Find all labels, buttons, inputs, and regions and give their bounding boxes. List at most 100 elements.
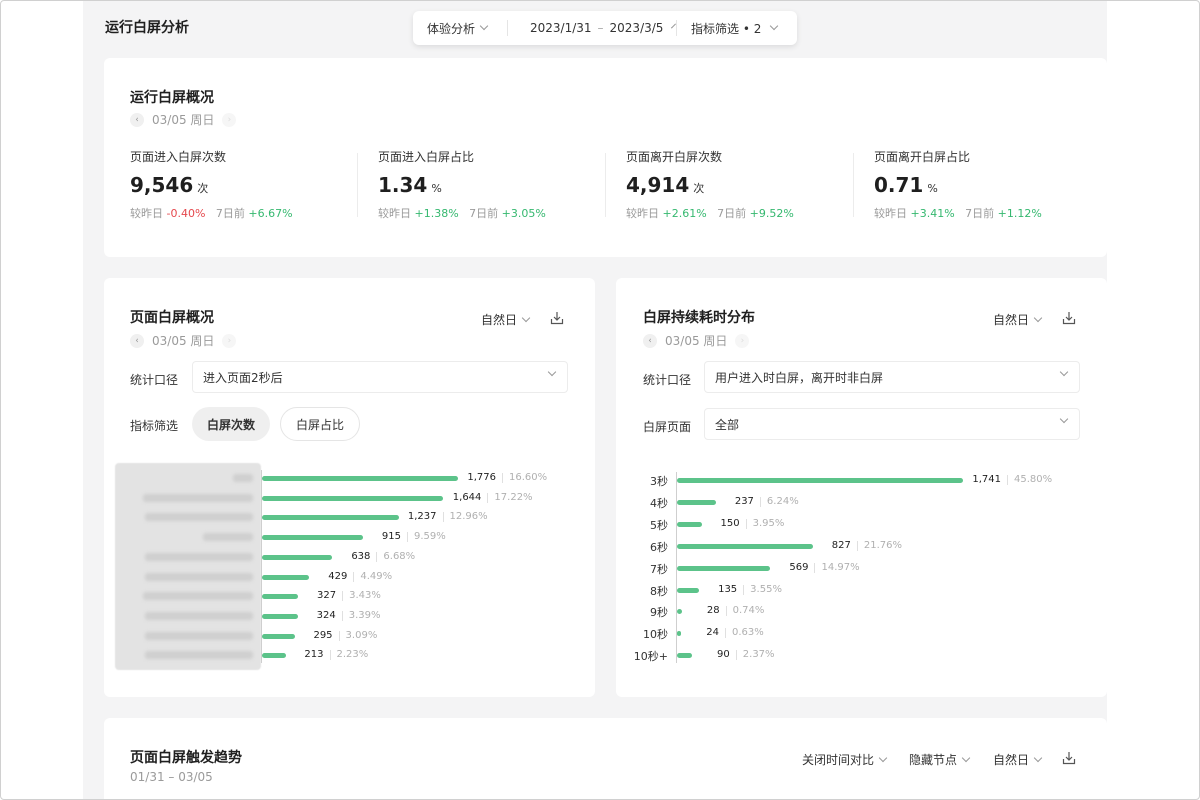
bar-percent-label: 2.23% [336,649,369,661]
blurred-label [233,474,253,482]
bar-value-label: 1,776 [467,472,496,483]
trend-period-dropdown[interactable]: 自然日 [993,751,1043,768]
prev-day-icon[interactable]: ‹ [643,333,657,348]
bar-percent-label: 14.97% [821,561,860,573]
download-icon[interactable] [1062,311,1076,325]
chevron-down-icon [521,313,531,322]
pill-whitescreen-count[interactable]: 白屏次数 [192,407,270,441]
bar-percent-label: 6.24% [766,495,799,507]
category-label: 9秒 [650,606,668,620]
chevron-down-icon [878,753,888,762]
compare-dropdown[interactable]: 关闭时间对比 [802,751,888,768]
category-label: 3秒 [650,475,668,488]
next-day-icon[interactable]: › [735,333,750,348]
hide-nodes-label: 隐藏节点 [909,753,958,767]
download-icon[interactable] [1062,751,1076,765]
prev-day-icon[interactable]: ‹ [130,112,144,127]
bar-value-label: 1,237 [407,511,437,523]
pill-whitescreen-ratio[interactable]: 白屏占比 [280,407,360,441]
bar-value-label: 327 [316,590,337,602]
bar-percent-label: 3.55% [750,583,782,595]
page-title: 运行白屏分析 [105,20,189,36]
duration-card-date: 03/05 周日 [665,334,728,348]
bar-label-divider [376,551,378,562]
blurred-label [145,513,253,522]
app-frame: 运行白屏分析 体验分析 2023/1/31 – 2023/3/5 指标筛选 • … [0,0,1200,800]
overview-date: 03/05 周日 [152,113,215,127]
metric-label: 页面离开白屏次数 [626,150,723,164]
page-label: 白屏页面 [643,420,692,434]
page-select[interactable]: 全部 [704,408,1080,440]
date-start: 2023/1/31 [530,21,592,35]
page-card-period-dropdown[interactable]: 自然日 [481,311,531,328]
bar-percent-label: 45.80% [1014,474,1053,485]
overview-date-nav: ‹ 03/05 周日 › [130,111,237,128]
metric-compare: 较昨日 +2.61% 7日前 +9.52% [626,207,794,220]
bar [262,594,299,600]
next-day-icon[interactable]: › [222,112,237,127]
chevron-down-icon [1033,753,1043,762]
bar [677,499,716,505]
analysis-dropdown[interactable]: 体验分析 [413,11,507,45]
page-card-date-nav: ‹ 03/05 周日 › [130,332,237,349]
overview-title: 运行白屏概况 [130,90,214,106]
metric-label: 页面离开白屏占比 [874,150,971,164]
bar [677,478,963,483]
page-card-title: 页面白屏概况 [130,310,214,326]
metric-value: 4,914 次 [626,173,705,197]
bar-percent-label: 9.59% [413,531,446,543]
metric-label: 页面进入白屏次数 [130,150,227,164]
bar-value-label: 135 [718,583,738,595]
bar [262,653,286,659]
chevron-down-icon [961,753,971,762]
hide-nodes-dropdown[interactable]: 隐藏节点 [909,751,971,768]
chevron-down-icon [547,367,557,377]
stat-select-value: 进入页面2秒后 [203,370,283,385]
metric-filter-dropdown[interactable]: 指标筛选 • 2 [677,11,791,45]
stat-label: 统计口径 [130,373,179,387]
category-label: 4秒 [650,496,668,510]
bar [262,495,444,501]
chevron-down-icon [1033,313,1043,322]
period-label: 自然日 [993,753,1030,767]
bar-value-label: 90 [717,649,730,661]
bar-percent-label: 2.37% [742,649,775,661]
bar-value-label: 213 [304,649,324,661]
bar-label-divider [342,591,344,602]
metric-filter-label: 指标筛选 • 2 [691,21,762,36]
bar-value-label: 1,741 [972,474,1001,485]
download-icon[interactable] [550,311,564,325]
next-day-icon[interactable]: › [222,333,237,348]
bar-percent-label: 3.09% [345,629,378,641]
bar [262,554,333,560]
bar-percent-label: 17.22% [494,491,533,503]
bar [262,476,458,481]
metric-enter-count: 页面进入白屏次数 9,546 次 较昨日 -0.40% 7日前 +6.67% [130,148,350,221]
bar-value-label: 324 [316,609,336,621]
bar-value-label: 150 [720,517,740,529]
bar-label-divider [814,562,816,573]
bar-label-divider [487,492,489,503]
metric-divider [853,153,854,217]
bar-label-divider [353,571,355,582]
blurred-label [145,631,253,640]
blurred-label [145,611,253,620]
bar-label-divider [341,610,343,621]
page-card-date: 03/05 周日 [152,334,215,348]
bar-label-divider [735,650,737,661]
bar-label-divider [856,540,858,551]
blurred-label [145,651,253,660]
date-range-picker[interactable]: 2023/1/31 – 2023/3/5 [508,11,677,45]
bar-percent-label: 4.49% [360,570,393,582]
period-label: 自然日 [993,313,1030,327]
duration-card-period-dropdown[interactable]: 自然日 [993,311,1043,328]
prev-day-icon[interactable]: ‹ [130,333,144,348]
trend-card-date-range: 01/31 – 03/05 [130,770,213,784]
blurred-label [145,552,253,561]
stat-select[interactable]: 进入页面2秒后 [192,361,568,393]
chevron-down-icon [770,21,779,31]
bar-value-label: 1,644 [452,491,482,503]
bar-percent-label: 0.63% [732,627,764,639]
bar [262,515,399,521]
stat-select[interactable]: 用户进入时白屏，离开时非白屏 [704,361,1080,393]
